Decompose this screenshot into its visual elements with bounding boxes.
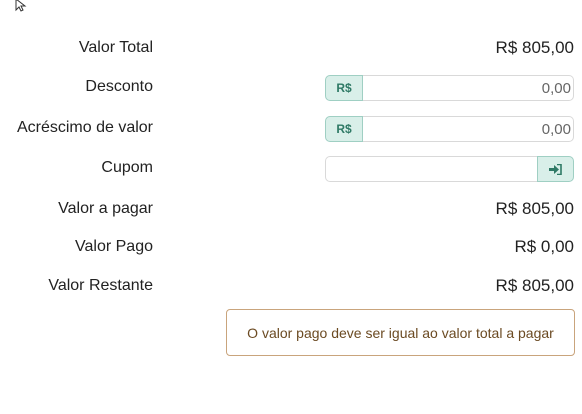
surcharge-input[interactable] xyxy=(363,116,574,142)
payment-warning-message: O valor pago deve ser igual ao valor tot… xyxy=(247,324,554,341)
to-pay-label: Valor a pagar xyxy=(58,200,153,217)
remaining-label: Valor Restante xyxy=(48,277,153,294)
paid-label: Valor Pago xyxy=(75,238,153,255)
payment-summary-panel: Valor Total R$ 805,00 Desconto R$ Acrésc… xyxy=(0,0,582,414)
total-value: R$ 805,00 xyxy=(495,38,574,57)
discount-currency-addon: R$ xyxy=(325,75,363,101)
to-pay-value: R$ 805,00 xyxy=(495,199,574,218)
sign-in-icon xyxy=(549,163,562,175)
paid-value: R$ 0,00 xyxy=(514,237,574,256)
payment-warning-alert: O valor pago deve ser igual ao valor tot… xyxy=(226,309,575,356)
mouse-pointer-icon xyxy=(15,0,27,12)
total-label: Valor Total xyxy=(78,39,153,56)
surcharge-label: Acréscimo de valor xyxy=(16,119,153,136)
surcharge-input-group: R$ xyxy=(325,116,574,142)
discount-label: Desconto xyxy=(85,78,153,95)
discount-input-group: R$ xyxy=(325,75,574,101)
coupon-label: Cupom xyxy=(101,159,153,176)
apply-coupon-button[interactable] xyxy=(537,156,574,182)
discount-input[interactable] xyxy=(363,75,574,101)
remaining-value: R$ 805,00 xyxy=(495,276,574,295)
coupon-input[interactable] xyxy=(325,156,537,182)
coupon-input-group xyxy=(325,156,574,182)
surcharge-currency-addon: R$ xyxy=(325,116,363,142)
